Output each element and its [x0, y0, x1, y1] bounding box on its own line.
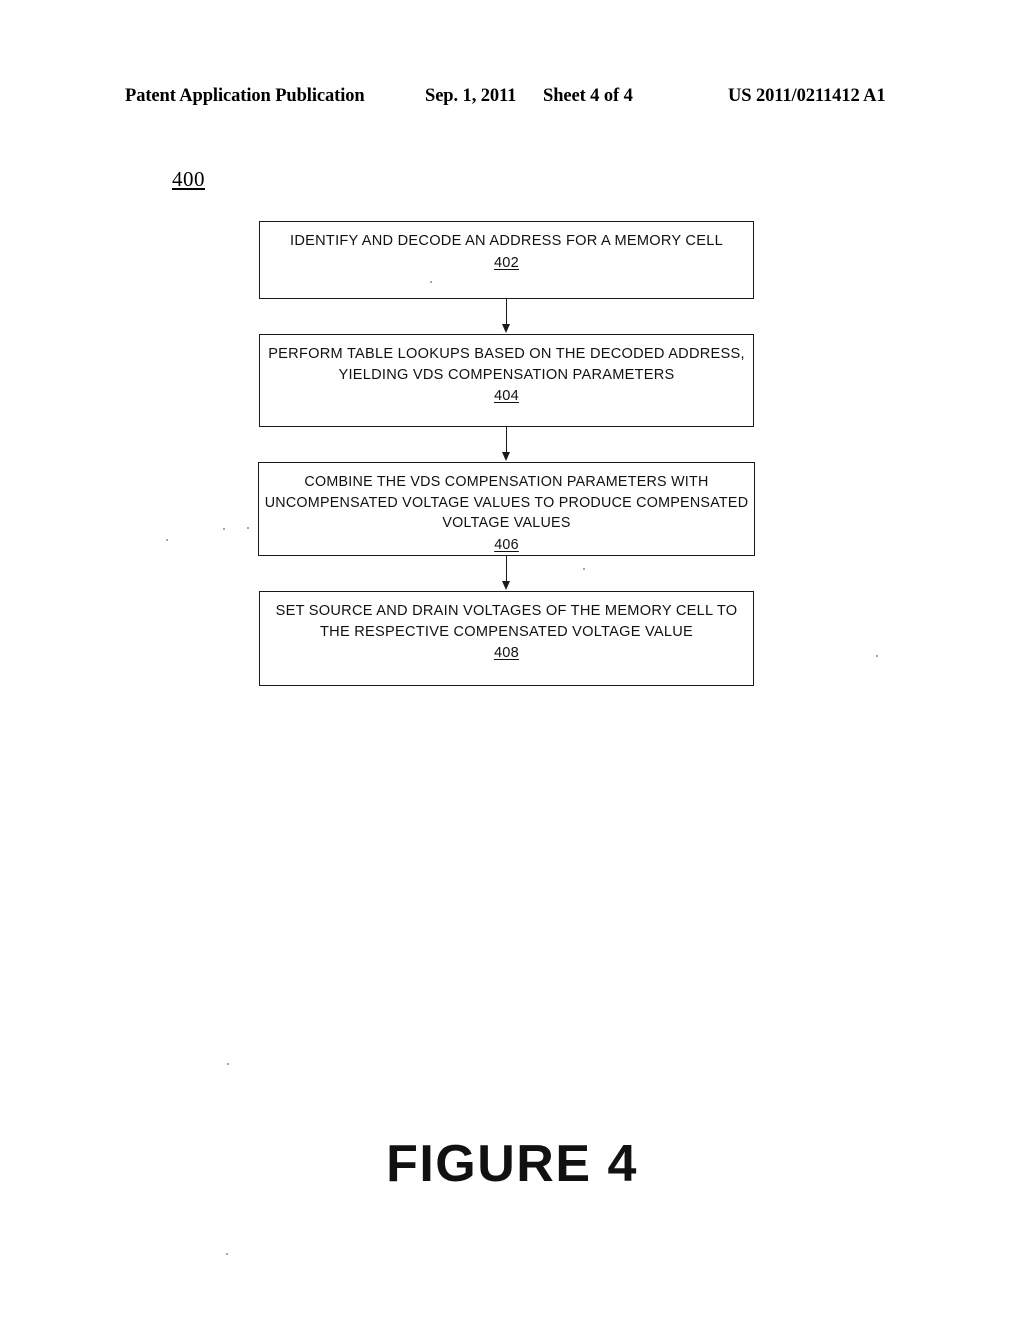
connector-line — [505, 427, 508, 454]
flowchart-step-406: COMBINE THE VDS COMPENSATION PARAMETERS … — [258, 462, 755, 556]
scan-speckle — [166, 539, 168, 541]
step-408-number: 408 — [493, 645, 520, 661]
scan-speckle — [430, 281, 432, 283]
step-404-number: 404 — [493, 388, 520, 404]
step-408-text: SET SOURCE AND DRAIN VOLTAGES OF THE MEM… — [275, 603, 738, 640]
step-402-number: 402 — [493, 254, 520, 271]
connector-line — [505, 299, 508, 326]
header-patent-number: US 2011/0211412 A1 — [728, 86, 886, 106]
connector-402-to-404 — [259, 299, 754, 334]
scan-speckle — [226, 1253, 228, 1255]
arrowhead-down-icon — [502, 324, 510, 333]
scan-speckle — [247, 527, 249, 529]
scan-speckle — [876, 655, 878, 657]
header-publication-label: Patent Application Publication — [125, 86, 365, 106]
scan-speckle — [227, 1063, 229, 1065]
flowchart-step-402: IDENTIFY AND DECODE AN ADDRESS FOR A MEM… — [259, 221, 754, 299]
figure-caption: FIGURE 4 — [386, 1135, 638, 1193]
step-402-text: IDENTIFY AND DECODE AN ADDRESS FOR A MEM… — [290, 233, 723, 249]
step-406-text: COMBINE THE VDS COMPENSATION PARAMETERS … — [264, 474, 749, 531]
header-date-label: Sep. 1, 2011 — [425, 86, 517, 106]
figure-reference-numeral: 400 — [172, 167, 205, 191]
header-sheet-label: Sheet 4 of 4 — [543, 86, 633, 106]
step-406-number: 406 — [494, 536, 519, 553]
page-header: Patent Application Publication Sep. 1, 2… — [125, 86, 901, 110]
step-404-text: PERFORM TABLE LOOKUPS BASED ON THE DECOD… — [268, 346, 745, 383]
flowchart: IDENTIFY AND DECODE AN ADDRESS FOR A MEM… — [258, 221, 755, 686]
scan-speckle — [583, 568, 585, 570]
connector-404-to-406 — [259, 427, 754, 462]
arrowhead-down-icon — [502, 581, 510, 590]
arrowhead-down-icon — [502, 452, 510, 461]
flowchart-step-408: SET SOURCE AND DRAIN VOLTAGES OF THE MEM… — [259, 591, 754, 686]
scan-speckle — [223, 528, 225, 530]
connector-line — [505, 556, 508, 583]
flowchart-step-404: PERFORM TABLE LOOKUPS BASED ON THE DECOD… — [259, 334, 754, 427]
connector-406-to-408 — [259, 556, 754, 591]
